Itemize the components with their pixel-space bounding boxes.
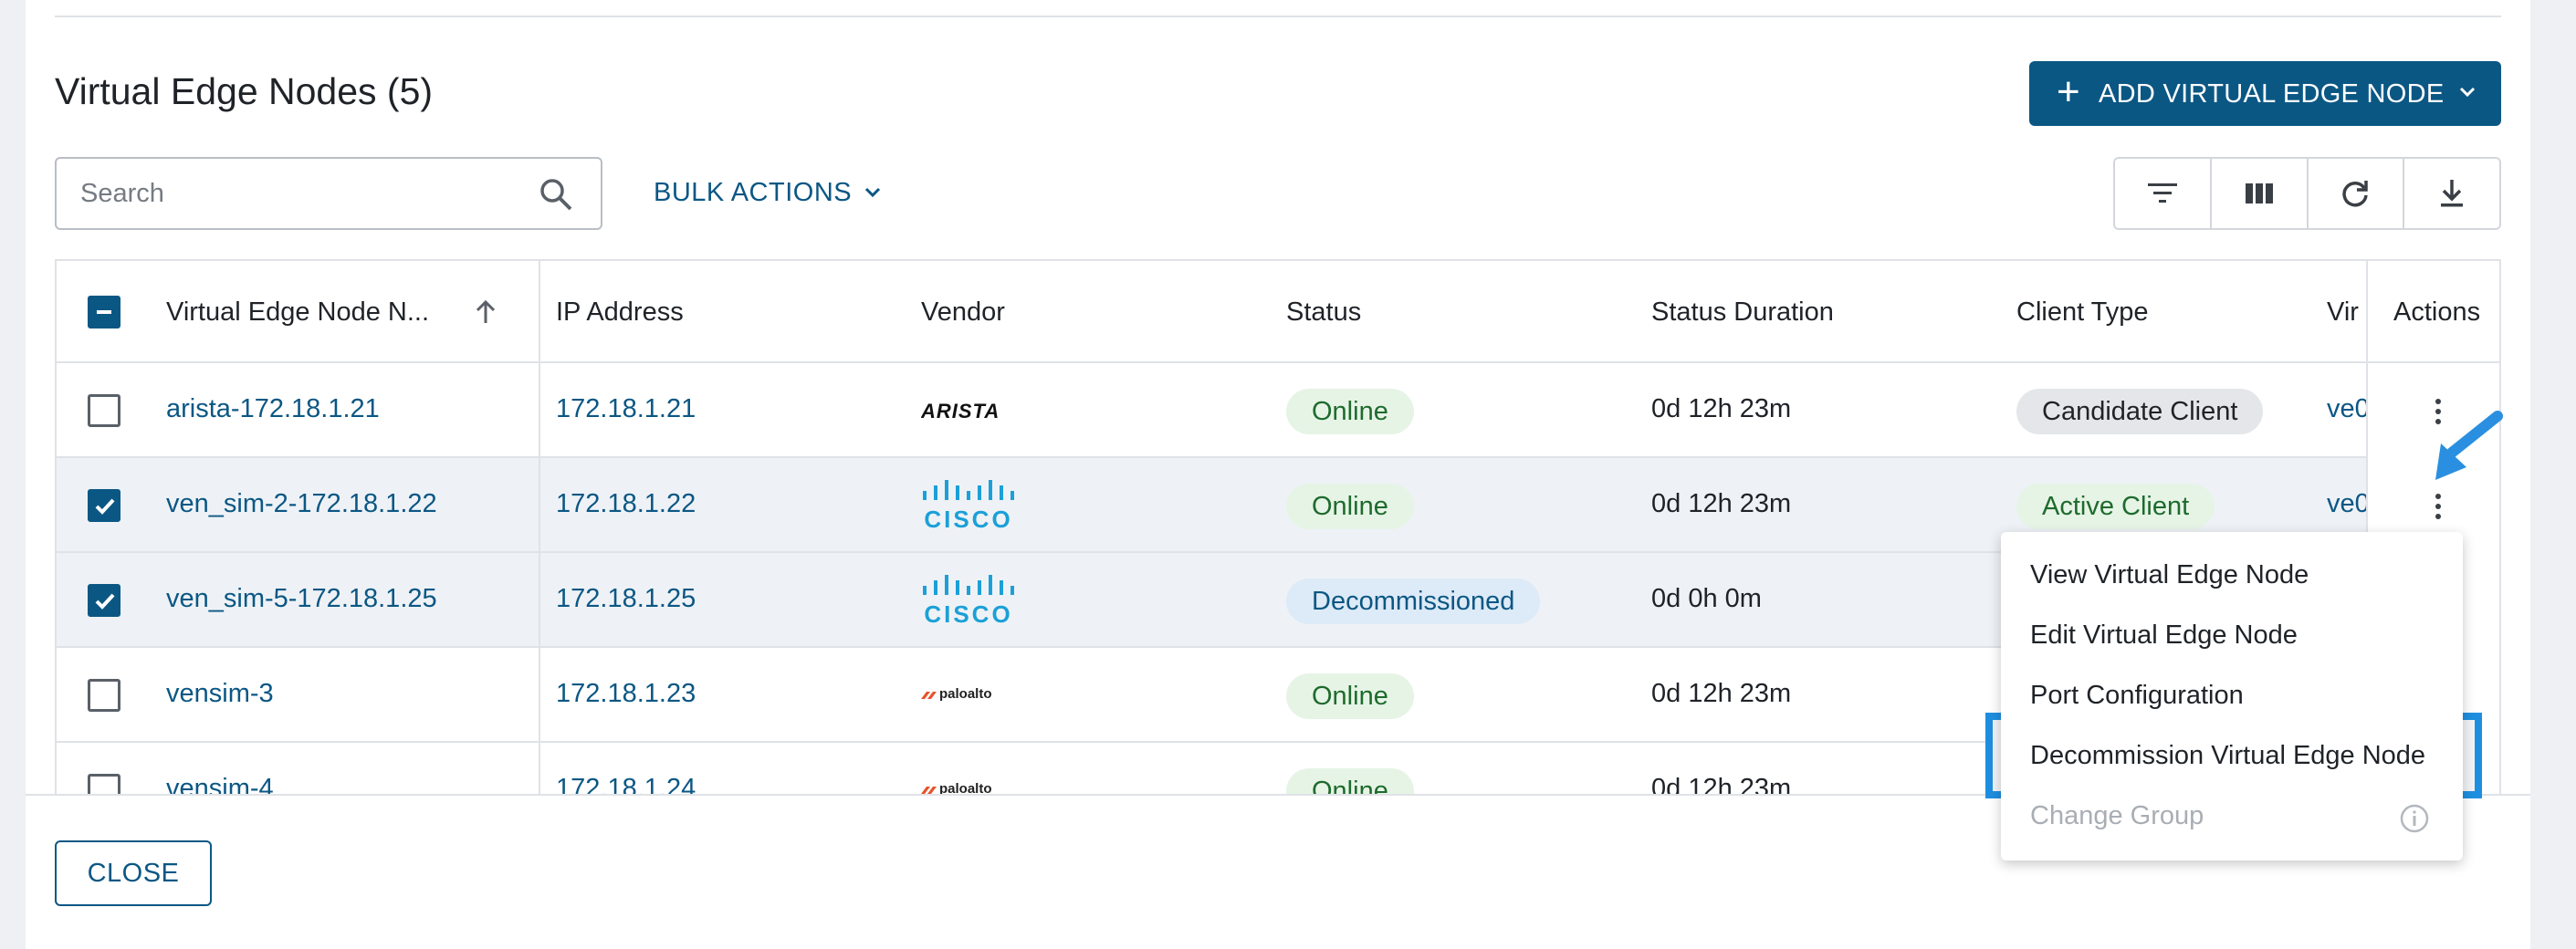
node-name-link[interactable]: vensim-3 <box>166 679 274 709</box>
node-name-link[interactable]: arista-172.18.1.21 <box>166 394 380 424</box>
paloalto-logo: paloalto <box>921 684 1012 711</box>
column-header-vir[interactable]: Vir <box>2327 297 2359 328</box>
ip-address-link[interactable]: 172.18.1.22 <box>556 489 696 519</box>
table-header: Virtual Edge Node N... IP Address Vendor… <box>57 261 2499 363</box>
menu-item-view[interactable]: View Virtual Edge Node <box>2030 560 2309 590</box>
status-badge: Online <box>1286 484 1414 529</box>
column-header-ip[interactable]: IP Address <box>556 297 684 328</box>
arista-logo: ARISTA <box>920 398 1012 428</box>
info-icon <box>2400 804 2429 833</box>
ip-address-link[interactable]: 172.18.1.23 <box>556 679 696 709</box>
download-button[interactable] <box>2404 159 2499 228</box>
menu-item-change-group: Change Group <box>2030 801 2204 830</box>
virtual-edge-nodes-panel: Virtual Edge Nodes (5) + ADD VIRTUAL EDG… <box>26 0 2530 949</box>
svg-text:paloalto: paloalto <box>939 686 992 702</box>
table-row[interactable]: arista-172.18.1.21 172.18.1.21 ARISTA On… <box>57 363 2499 458</box>
client-type-badge: Candidate Client <box>2016 389 2264 434</box>
close-button[interactable]: CLOSE <box>55 840 212 906</box>
status-duration: 0d 0h 0m <box>1651 584 1762 613</box>
chevron-down-icon[interactable] <box>862 182 884 203</box>
row-checkbox[interactable] <box>88 584 120 617</box>
svg-text:CISCO: CISCO <box>924 506 1012 531</box>
vir-link[interactable]: ve0 <box>2327 394 2370 424</box>
row-actions-kebab-icon[interactable] <box>2435 494 2441 524</box>
ip-address-link[interactable]: 172.18.1.25 <box>556 584 696 614</box>
column-header-actions: Actions <box>2393 297 2481 327</box>
row-checkbox[interactable] <box>88 489 120 522</box>
add-button-label: ADD VIRTUAL EDGE NODE <box>2099 79 2445 109</box>
ip-address-link[interactable]: 172.18.1.21 <box>556 394 696 424</box>
select-all-checkbox[interactable] <box>88 296 120 328</box>
row-checkbox[interactable] <box>88 679 120 712</box>
status-duration: 0d 12h 23m <box>1651 774 1792 794</box>
refresh-button[interactable] <box>2309 159 2405 228</box>
column-header-vendor[interactable]: Vendor <box>921 297 1005 328</box>
search-icon[interactable] <box>539 177 573 212</box>
menu-item-decommission[interactable]: Decommission Virtual Edge Node <box>2030 741 2425 771</box>
svg-text:ARISTA: ARISTA <box>921 400 1000 422</box>
filter-button[interactable] <box>2115 159 2212 228</box>
divider <box>55 16 2501 17</box>
status-badge: Online <box>1286 768 1414 794</box>
add-virtual-edge-node-button[interactable]: + ADD VIRTUAL EDGE NODE <box>2029 61 2501 126</box>
search-input[interactable] <box>80 175 518 212</box>
status-duration: 0d 12h 23m <box>1651 489 1792 518</box>
table-toolbar <box>2113 157 2501 230</box>
actions-header-cell: Actions <box>2368 261 2499 363</box>
column-divider <box>539 261 540 794</box>
search-box <box>55 157 602 230</box>
status-duration: 0d 12h 23m <box>1651 679 1792 708</box>
page-title: Virtual Edge Nodes (5) <box>55 70 434 112</box>
vir-link[interactable]: ve0 <box>2327 489 2370 519</box>
row-checkbox[interactable] <box>88 774 120 794</box>
column-header-status[interactable]: Status <box>1286 297 1361 328</box>
node-name-link[interactable]: vensim-4 <box>166 774 274 794</box>
cisco-logo: CISCO <box>921 480 1016 536</box>
sort-ascending-icon[interactable] <box>475 299 497 325</box>
cisco-logo: CISCO <box>921 575 1016 631</box>
columns-icon <box>2245 183 2273 203</box>
columns-button[interactable] <box>2212 159 2309 228</box>
svg-text:CISCO: CISCO <box>924 600 1012 626</box>
refresh-icon <box>2342 181 2369 207</box>
plus-icon: + <box>2057 69 2080 114</box>
filter-icon <box>2147 183 2177 203</box>
status-badge: Online <box>1286 673 1414 719</box>
node-name-link[interactable]: ven_sim-2-172.18.1.22 <box>166 489 437 519</box>
row-actions-menu: View Virtual Edge Node Edit Virtual Edge… <box>2001 532 2463 860</box>
bulk-actions-button[interactable]: BULK ACTIONS <box>654 178 852 208</box>
svg-text:paloalto: paloalto <box>939 781 992 794</box>
column-header-name[interactable]: Virtual Edge Node N... <box>166 297 429 328</box>
column-header-status-duration[interactable]: Status Duration <box>1651 297 1834 328</box>
row-checkbox[interactable] <box>88 394 120 427</box>
client-type-badge: Active Client <box>2016 484 2215 529</box>
pointer-arrow-icon <box>2435 411 2503 480</box>
menu-item-port-configuration[interactable]: Port Configuration <box>2030 681 2244 711</box>
column-header-client-type[interactable]: Client Type <box>2016 297 2149 328</box>
status-badge: Online <box>1286 389 1414 434</box>
paloalto-logo: paloalto <box>921 779 1012 794</box>
chevron-down-icon <box>2459 87 2476 98</box>
ip-address-link[interactable]: 172.18.1.24 <box>556 774 696 794</box>
menu-item-edit[interactable]: Edit Virtual Edge Node <box>2030 620 2298 651</box>
download-icon <box>2441 180 2464 207</box>
status-duration: 0d 12h 23m <box>1651 394 1792 423</box>
status-badge: Decommissioned <box>1286 579 1541 624</box>
node-name-link[interactable]: ven_sim-5-172.18.1.25 <box>166 584 437 614</box>
